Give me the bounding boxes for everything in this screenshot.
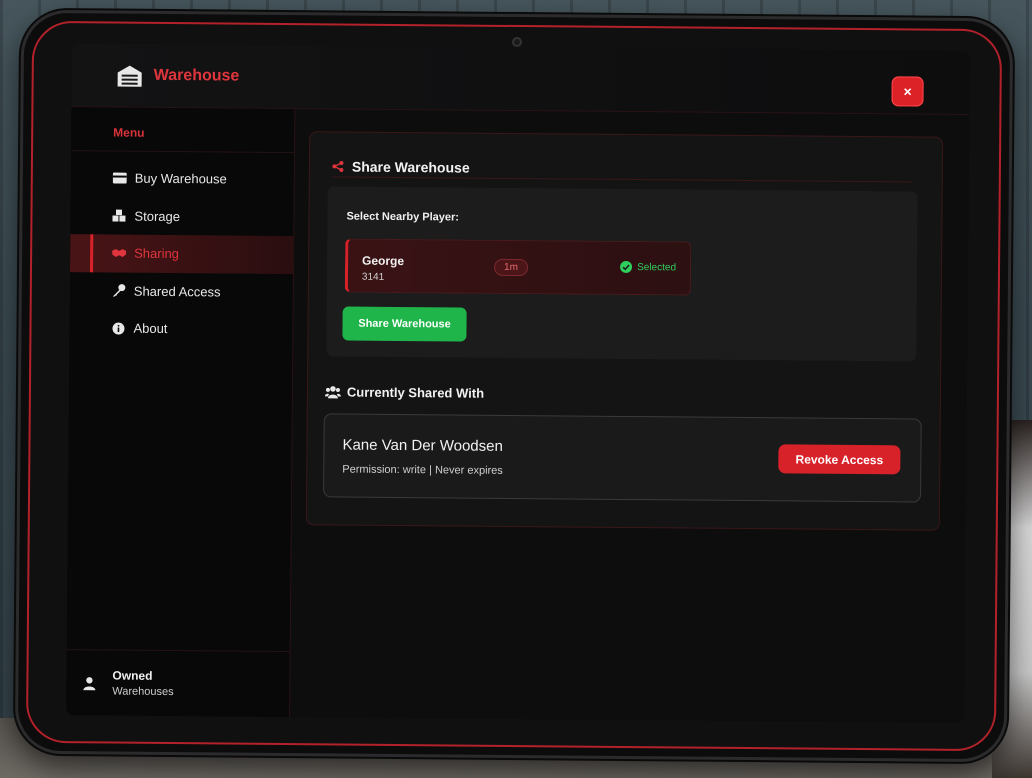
boxes-icon xyxy=(112,209,126,223)
sidebar-item-about[interactable]: About xyxy=(69,309,292,348)
share-warehouse-button[interactable]: Share Warehouse xyxy=(342,306,467,342)
sidebar-item-label: About xyxy=(133,320,168,337)
shared-user-name: Kane Van Der Woodsen xyxy=(342,436,503,455)
key-icon xyxy=(112,284,126,298)
player-card[interactable]: George 3141 1m Selected xyxy=(344,238,692,296)
check-circle-icon xyxy=(620,260,633,273)
panel-title-text: Share Warehouse xyxy=(351,158,470,176)
tablet-screen: Warehouse × Menu Buy Warehouse Storage S… xyxy=(66,43,970,723)
shared-user-permission: Permission: write | Never expires xyxy=(342,463,503,477)
select-player-label: Select Nearby Player: xyxy=(346,210,460,224)
sidebar-item-label: Storage xyxy=(134,208,181,224)
player-id: 3141 xyxy=(361,271,385,283)
currently-shared-heading: Currently Shared With xyxy=(324,384,485,401)
handshake-icon xyxy=(112,246,127,260)
sidebar-footer: Owned Warehouses xyxy=(66,649,290,718)
sidebar: Menu Buy Warehouse Storage Sharing Share… xyxy=(66,107,296,718)
footer-title: Owned xyxy=(112,668,153,683)
revoke-access-button[interactable]: Revoke Access xyxy=(778,444,901,475)
sidebar-item-sharing[interactable]: Sharing xyxy=(69,234,294,274)
sidebar-nav: Buy Warehouse Storage Sharing Shared Acc… xyxy=(69,151,294,348)
app-title: Warehouse xyxy=(153,66,240,85)
share-icon xyxy=(332,160,344,172)
player-name: George xyxy=(362,253,405,269)
warehouse-icon xyxy=(117,65,142,87)
footer-subtitle: Warehouses xyxy=(112,685,174,698)
camera-icon xyxy=(511,36,523,48)
selected-status-text: Selected xyxy=(637,261,677,273)
sidebar-item-shared-access[interactable]: Shared Access xyxy=(70,272,293,311)
users-icon xyxy=(324,386,341,399)
owned-warehouses-summary: Owned Warehouses xyxy=(112,667,174,700)
distance-badge: 1m xyxy=(493,258,529,277)
nearby-player-section: Select Nearby Player: George 3141 1m Sel… xyxy=(326,186,918,362)
close-button[interactable]: × xyxy=(891,76,924,107)
sidebar-item-label: Buy Warehouse xyxy=(134,170,227,187)
menu-label: Menu xyxy=(71,107,295,154)
currently-shared-title: Currently Shared With xyxy=(346,384,485,401)
shared-user-card: Kane Van Der Woodsen Permission: write |… xyxy=(323,413,922,503)
share-warehouse-panel: Share Warehouse Select Nearby Player: Ge… xyxy=(305,131,944,531)
sidebar-item-label: Shared Access xyxy=(133,283,221,300)
selected-status: Selected xyxy=(620,260,677,273)
user-icon xyxy=(83,676,96,690)
close-icon: × xyxy=(903,83,912,100)
tablet-frame: Warehouse × Menu Buy Warehouse Storage S… xyxy=(14,9,1014,763)
info-icon xyxy=(111,321,125,335)
credit-card-icon xyxy=(112,171,127,185)
sidebar-item-storage[interactable]: Storage xyxy=(70,197,293,236)
sidebar-item-label: Sharing xyxy=(134,245,180,262)
app-header: Warehouse xyxy=(71,43,970,115)
sidebar-item-buy-warehouse[interactable]: Buy Warehouse xyxy=(71,159,294,198)
